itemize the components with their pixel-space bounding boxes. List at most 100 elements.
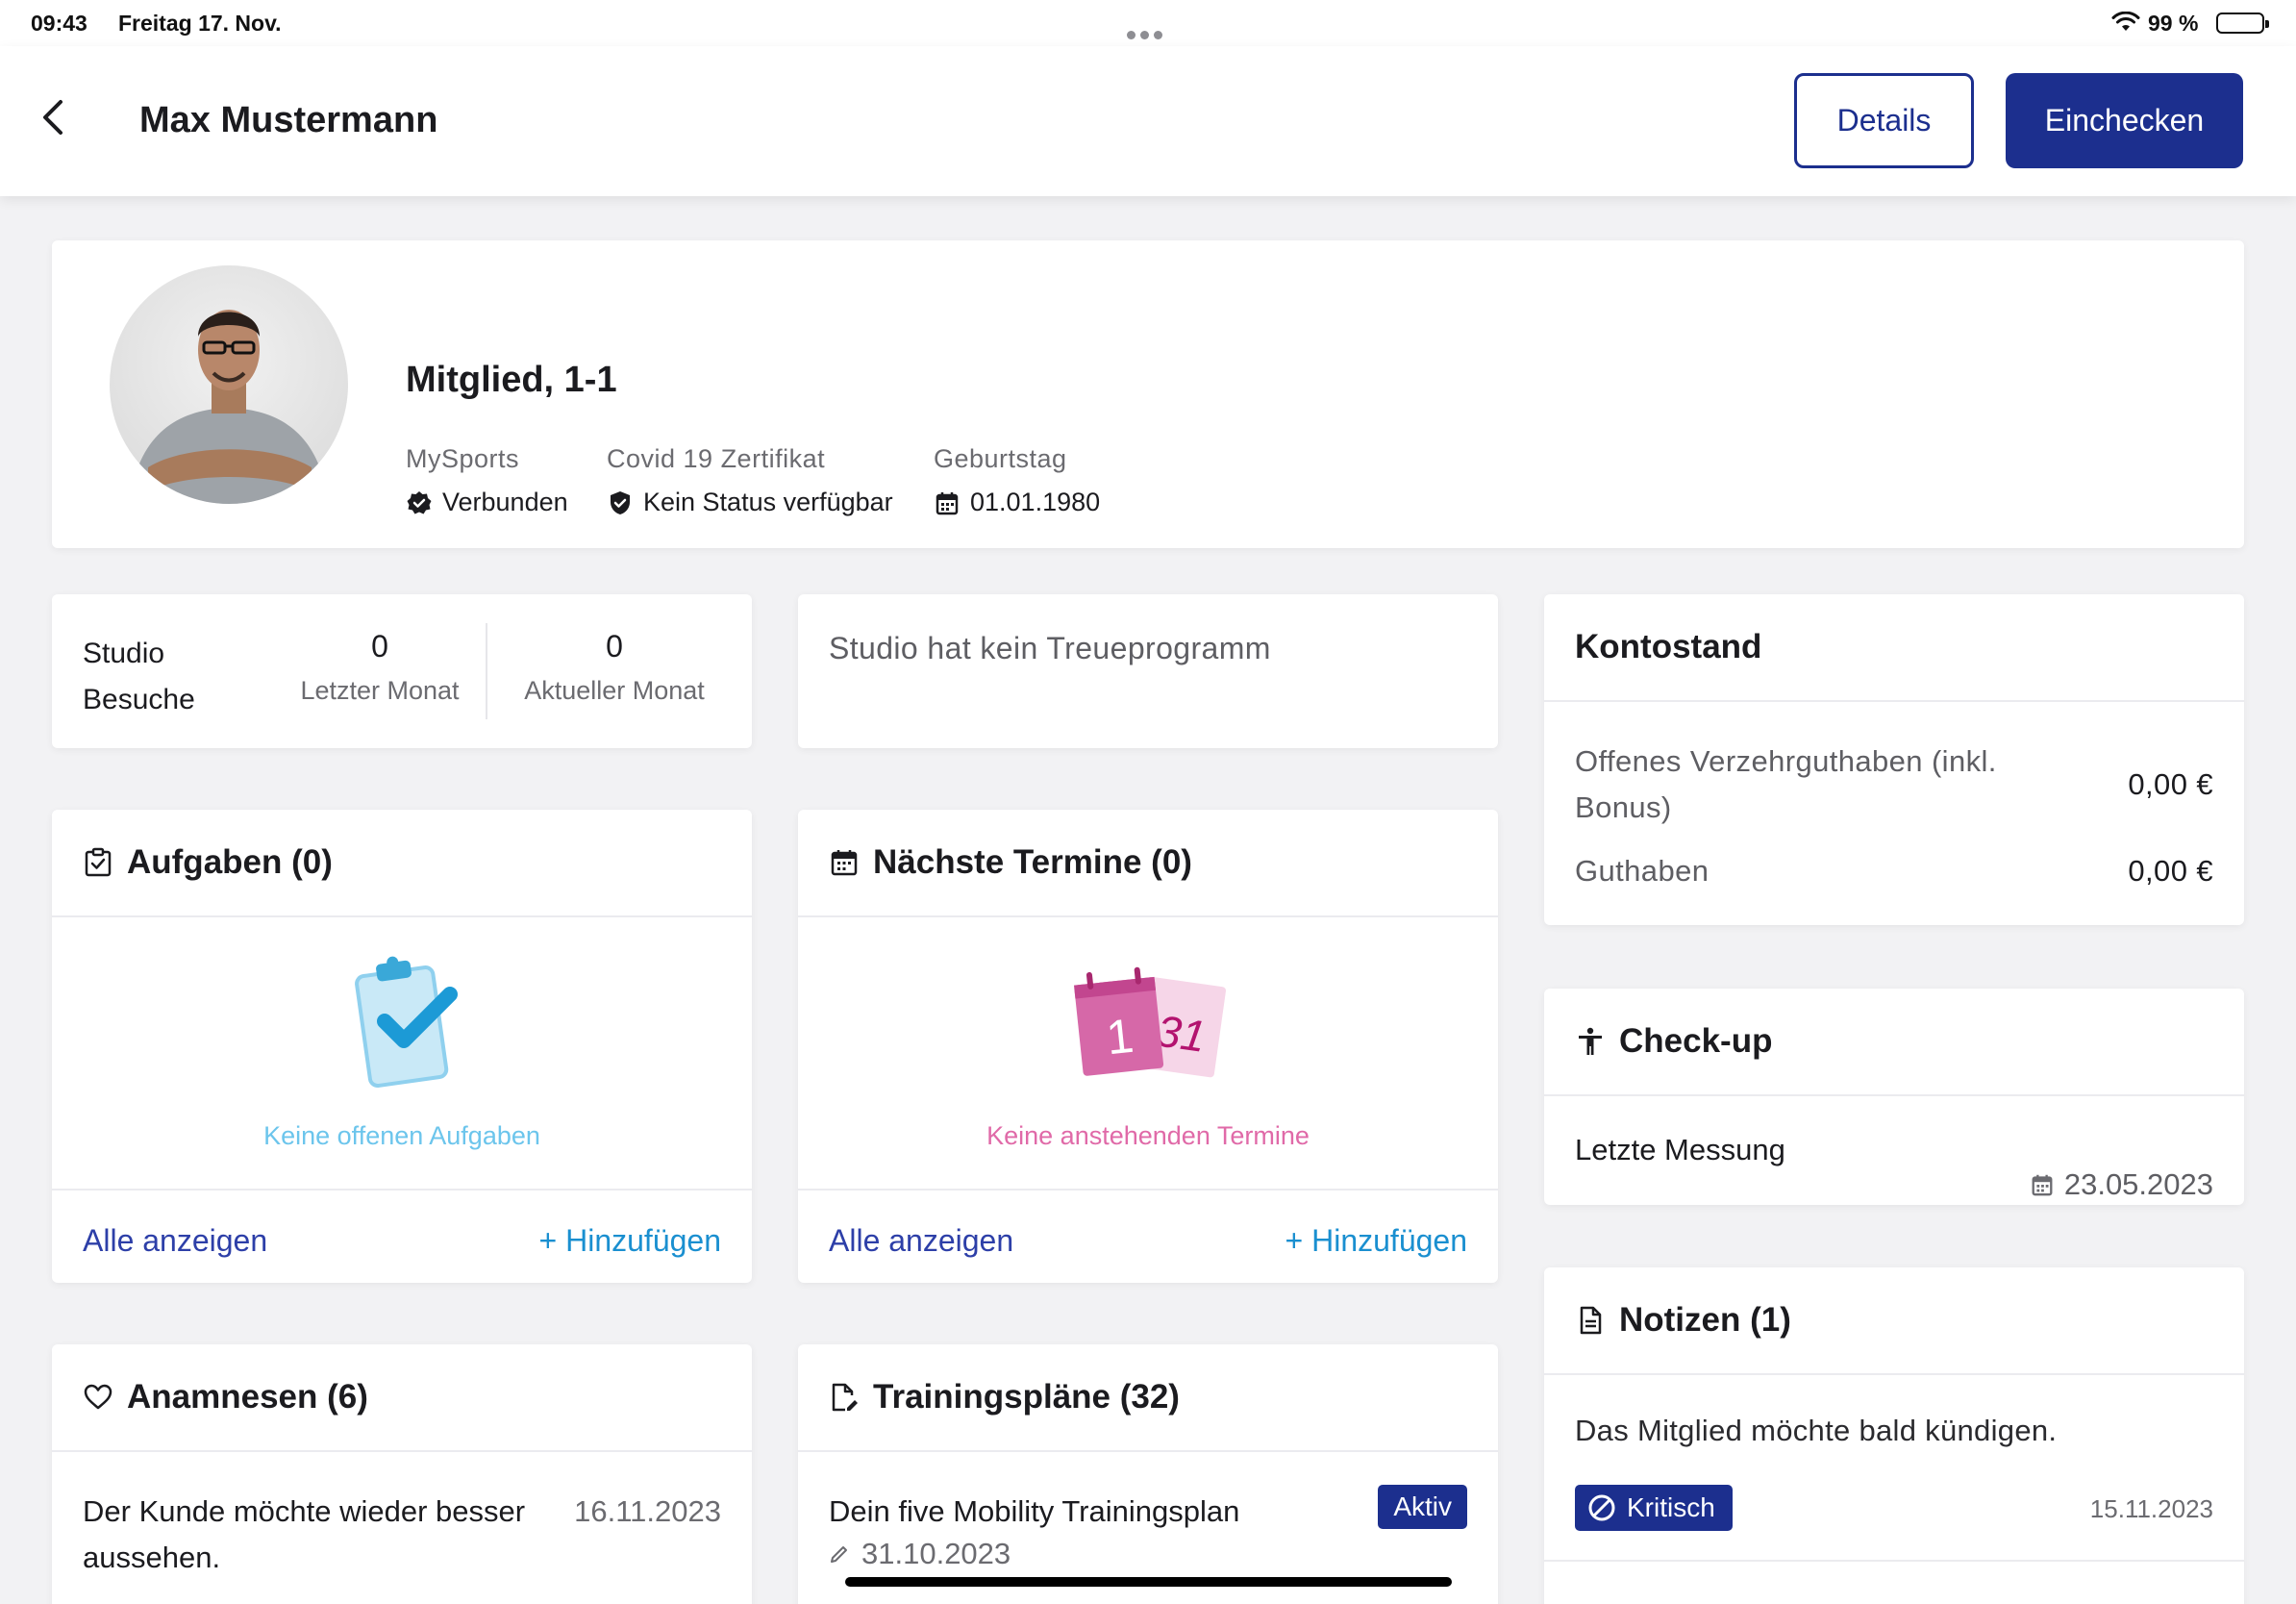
verified-badge-icon [407, 490, 432, 514]
anamnesis-date: 16.11.2023 [574, 1494, 721, 1528]
calendar-icon [2032, 1174, 2053, 1196]
visits-label-line2: Besuche [83, 684, 195, 715]
field-label: Covid 19 Zertifikat [607, 444, 826, 473]
field-label: MySports [406, 444, 520, 473]
home-indicator[interactable] [845, 1577, 1452, 1587]
document-icon [1580, 1306, 1602, 1335]
membership-title: Mitglied, 1-1 [406, 360, 617, 400]
anamnesis-title: Anamnesen (6) [127, 1378, 368, 1416]
multitasking-dots-icon[interactable] [1127, 19, 1169, 39]
checkup-date: 23.05.2023 [2063, 1167, 2213, 1201]
visits-label-line1: Studio [83, 638, 165, 669]
visits-last-month: 0 Letzter Monat [279, 629, 481, 706]
visits-current-month: 0 Aktueller Monat [504, 629, 725, 706]
appointments-empty-message: Keine anstehenden Termine [986, 1121, 1310, 1150]
balance-title: Kontostand [1575, 628, 1762, 665]
field-value: 01.01.1980 [970, 488, 1101, 516]
clipboard-illustration-icon [355, 956, 458, 1088]
visits-current-month-label: Aktueller Monat [524, 676, 705, 705]
visits-label: Studio Besuche [83, 631, 195, 723]
status-date: Freitag 17. Nov. [118, 11, 282, 36]
training-plan-date: 31.10.2023 [861, 1537, 1011, 1570]
pencil-icon [831, 1546, 847, 1563]
tasks-show-all-link[interactable]: Alle anzeigen [83, 1223, 267, 1259]
loyalty-text: Studio hat kein Treueprogramm [829, 631, 1271, 665]
training-plan-date-row: 31.10.2023 [829, 1537, 1011, 1571]
balance-header: Kontostand [1544, 594, 2244, 702]
appointments-show-all-link[interactable]: Alle anzeigen [829, 1223, 1013, 1259]
status-bar: 09:43 Freitag 17. Nov. 99 % [0, 0, 2296, 46]
birthday-field: Geburtstag 01.01.1980 [934, 444, 1100, 517]
anamnesis-header: Anamnesen (6) [52, 1344, 752, 1452]
balance-value: 0,00 € [2128, 854, 2213, 888]
notes-card: Notizen (1) Das Mitglied möchte bald kün… [1544, 1267, 2244, 1604]
checkup-row: Letzte Messung 23.05.2023 [1575, 1133, 2213, 1201]
tasks-header: Aufgaben (0) [52, 810, 752, 917]
visits-last-month-label: Letzter Monat [300, 676, 460, 705]
battery-icon [2216, 13, 2269, 34]
critical-badge: Kritisch [1575, 1485, 1733, 1531]
profile-card: Mitglied, 1-1 MySports Verbunden Covid 1… [52, 240, 2244, 548]
heart-icon [84, 1384, 112, 1410]
training-plans-card: Trainingspläne (32) Dein five Mobility T… [798, 1344, 1498, 1604]
field-label: Geburtstag [934, 444, 1067, 473]
appointments-add-link[interactable]: + Hinzufügen [1285, 1223, 1467, 1259]
tasks-empty-state: Keine offenen Aufgaben [52, 917, 752, 1190]
calendar-illustration-icon: 31 1 [1074, 966, 1227, 1078]
checkup-label: Letzte Messung [1575, 1133, 1785, 1166]
training-plan-name[interactable]: Dein five Mobility Trainingsplan [829, 1489, 1239, 1535]
anamnesis-text[interactable]: Der Kunde möchte wieder besser aussehen. [83, 1489, 535, 1581]
note-text[interactable]: Das Mitglied möchte bald kündigen. [1575, 1414, 2057, 1448]
training-plans-title: Trainingspläne (32) [873, 1378, 1180, 1416]
critical-badge-label: Kritisch [1627, 1492, 1715, 1522]
block-icon [1588, 1494, 1615, 1521]
appointments-empty-state: 31 1 Keine anstehenden Termine [798, 917, 1498, 1190]
training-plans-header: Trainingspläne (32) [798, 1344, 1498, 1452]
balance-row-credit: Guthaben 0,00 € [1575, 854, 2213, 889]
back-chevron-icon[interactable] [35, 96, 73, 138]
active-badge: Aktiv [1378, 1485, 1467, 1529]
battery-percent: 99 % [2148, 11, 2199, 36]
notes-header: Notizen (1) [1544, 1267, 2244, 1375]
appointments-card: Nächste Termine (0) 31 1 Keine anstehend… [798, 810, 1498, 1283]
divider [1544, 1560, 2244, 1562]
appointments-title: Nächste Termine (0) [873, 843, 1192, 881]
anamnesis-card: Anamnesen (6) Der Kunde möchte wieder be… [52, 1344, 752, 1604]
calendar-day-text: 1 [1104, 1009, 1136, 1065]
field-value: Kein Status verfügbar [643, 488, 893, 516]
balance-label-cont: Bonus) [1575, 790, 1672, 824]
document-edit-icon [832, 1383, 858, 1412]
note-date: 15.11.2023 [2089, 1494, 2213, 1523]
tasks-add-link[interactable]: + Hinzufügen [539, 1223, 721, 1259]
balance-value: 0,00 € [2128, 767, 2213, 801]
calendar-icon [936, 491, 959, 514]
clipboard-check-icon [85, 847, 112, 877]
tasks-card: Aufgaben (0) Keine offenen Aufgaben Alle… [52, 810, 752, 1283]
checkin-button[interactable]: Einchecken [2006, 73, 2243, 168]
balance-card[interactable]: Kontostand Offenes Verzehrguthaben (inkl… [1544, 594, 2244, 925]
visits-last-month-value: 0 [371, 629, 388, 664]
mysports-field: MySports Verbunden [406, 444, 568, 517]
loyalty-card: Studio hat kein Treueprogramm [798, 594, 1498, 748]
person-accessibility-icon [1579, 1027, 1602, 1055]
field-value: Verbunden [442, 488, 568, 516]
balance-label: Offenes Verzehrguthaben (inkl. [1575, 744, 1997, 778]
checkup-card[interactable]: Check-up Letzte Messung 23.05.2023 [1544, 989, 2244, 1205]
appointments-header: Nächste Termine (0) [798, 810, 1498, 917]
tasks-title: Aufgaben (0) [127, 843, 333, 881]
page-title: Max Mustermann [139, 100, 438, 140]
wifi-icon [2111, 12, 2140, 31]
visits-current-month-value: 0 [606, 629, 623, 664]
shield-check-icon [611, 490, 630, 514]
checkup-header: Check-up [1544, 989, 2244, 1096]
notes-title: Notizen (1) [1619, 1301, 1791, 1339]
app-header: Max Mustermann Details Einchecken [0, 46, 2296, 196]
studio-visits-card: Studio Besuche 0 Letzter Monat 0 Aktuell… [52, 594, 752, 748]
divider [486, 623, 487, 719]
avatar [110, 265, 348, 504]
covid-field: Covid 19 Zertifikat Kein Status verfügba… [607, 444, 893, 517]
tasks-empty-message: Keine offenen Aufgaben [263, 1121, 540, 1150]
details-button[interactable]: Details [1794, 73, 1974, 168]
calendar-icon [831, 850, 858, 876]
balance-row-consumption: Offenes Verzehrguthaben (inkl. Bonus) 0,… [1575, 739, 2213, 831]
